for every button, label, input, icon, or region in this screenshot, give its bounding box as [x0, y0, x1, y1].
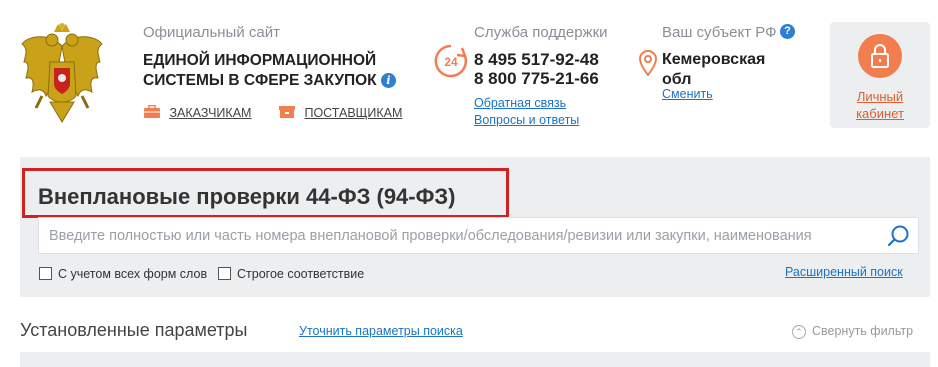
- strict-match-label: Строгое соответствие: [237, 267, 365, 281]
- refine-params-link[interactable]: Уточнить параметры поиска: [299, 324, 463, 338]
- location-pin-icon: [638, 49, 658, 81]
- coat-of-arms-logo[interactable]: [20, 22, 104, 126]
- nav-suppliers[interactable]: ПОСТАВЩИКАМ: [278, 104, 402, 122]
- search-input[interactable]: [39, 218, 897, 253]
- help-icon[interactable]: ?: [780, 24, 795, 39]
- cabinet-label-line2: кабинет: [856, 106, 904, 121]
- collapse-filter-label: Свернуть фильтр: [812, 324, 914, 338]
- strict-match-checkbox[interactable]: [218, 267, 231, 280]
- search-box: [38, 217, 919, 254]
- collapse-filter-link[interactable]: ⌃ Свернуть фильтр: [792, 324, 913, 339]
- word-forms-label: С учетом всех форм слов: [58, 267, 208, 281]
- filter-panel: [20, 352, 930, 367]
- nav-suppliers-label: ПОСТАВЩИКАМ: [304, 106, 403, 120]
- change-region-link[interactable]: Сменить: [662, 87, 713, 101]
- site-caption: Официальный сайт: [143, 24, 280, 41]
- region-name: Кемеровская обл: [662, 50, 765, 90]
- params-title: Установленные параметры: [20, 320, 248, 340]
- word-forms-option[interactable]: С учетом всех форм слов: [39, 265, 207, 283]
- box-icon: [279, 106, 295, 118]
- nav-customers-label: ЗАКАЗЧИКАМ: [169, 106, 252, 120]
- page-title: Внеплановые проверки 44-ФЗ (94-ФЗ): [38, 184, 456, 209]
- region-name-line1: Кемеровская: [662, 51, 766, 68]
- personal-cabinet-button[interactable]: Личный кабинет: [830, 22, 930, 128]
- site-name-line1: ЕДИНОЙ ИНФОРМАЦИОННОЙ: [143, 52, 377, 69]
- nav-customers[interactable]: ЗАКАЗЧИКАМ: [143, 104, 251, 122]
- support-24-icon: 24: [434, 44, 468, 78]
- site-name-line2: СИСТЕМЫ В СФЕРЕ ЗАКУПОК: [143, 72, 377, 89]
- support-title: Служба поддержки: [474, 24, 608, 41]
- word-forms-checkbox[interactable]: [39, 267, 52, 280]
- support-phone-1[interactable]: 8 495 517-92-48: [474, 50, 599, 70]
- cabinet-label-line1: Личный: [856, 89, 904, 104]
- strict-match-option[interactable]: Строгое соответствие: [218, 265, 364, 283]
- briefcase-icon: [144, 104, 160, 118]
- lock-icon: [858, 34, 902, 78]
- search-icon: [887, 225, 909, 247]
- search-button[interactable]: [886, 223, 912, 249]
- support-phone-2[interactable]: 8 800 775-21-66: [474, 69, 599, 89]
- info-icon[interactable]: i: [380, 73, 396, 88]
- chevron-up-icon: ⌃: [792, 325, 806, 339]
- region-title: Ваш субъект РФ: [662, 24, 777, 41]
- cabinet-label: Личный кабинет: [830, 88, 930, 122]
- support-badge: 24: [444, 55, 458, 69]
- feedback-link[interactable]: Обратная связь: [474, 96, 566, 110]
- faq-link[interactable]: Вопросы и ответы: [474, 113, 579, 127]
- advanced-search-link[interactable]: Расширенный поиск: [785, 265, 903, 279]
- site-name[interactable]: ЕДИНОЙ ИНФОРМАЦИОННОЙ СИСТЕМЫ В СФЕРЕ ЗА…: [143, 51, 403, 91]
